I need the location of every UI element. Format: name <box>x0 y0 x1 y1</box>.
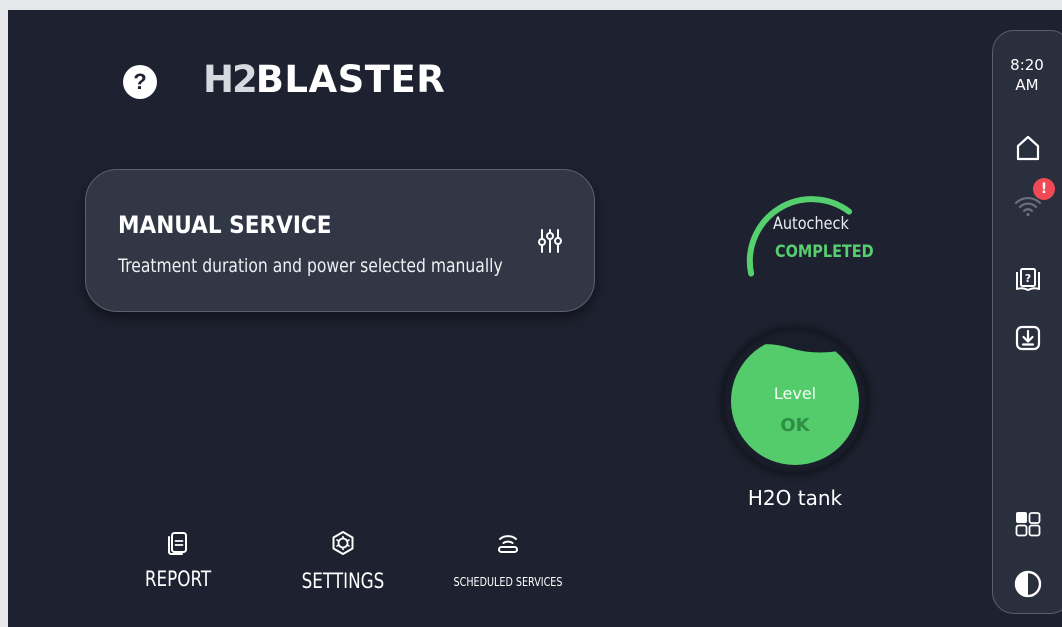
scheduled-services-button[interactable]: SCHEDULED SERVICES <box>428 530 588 589</box>
help-button[interactable]: ? <box>123 65 157 99</box>
report-icon <box>168 532 187 555</box>
wifi-alert-badge: ! <box>1033 178 1055 200</box>
home-icon[interactable] <box>1013 133 1043 163</box>
clock-time: 8:20 <box>1010 56 1044 74</box>
apps-icon[interactable] <box>1013 509 1043 539</box>
tank-level-label: Level <box>773 384 817 403</box>
side-rail: 8:20 AM ! ? <box>992 30 1062 614</box>
tank-name: H2O tank <box>747 486 843 510</box>
sliders-icon <box>538 229 562 253</box>
autocheck-status: COMPLETED <box>775 242 874 262</box>
logo-prefix: H2 <box>203 58 258 101</box>
settings-button[interactable]: SETTINGS <box>288 530 398 593</box>
autocheck-label: Autocheck <box>773 214 849 234</box>
report-button[interactable]: REPORT <box>133 530 223 591</box>
report-label: REPORT <box>144 567 212 591</box>
contrast-icon[interactable] <box>1013 569 1043 599</box>
settings-icon <box>332 531 354 555</box>
service-title: MANUAL SERVICE <box>118 211 332 239</box>
download-icon[interactable] <box>1013 323 1043 353</box>
clock: 8:20 AM <box>993 55 1061 95</box>
scheduled-services-label: SCHEDULED SERVICES <box>453 575 563 589</box>
help-icon: ? <box>133 69 147 94</box>
manual-icon[interactable]: ? <box>1013 265 1043 295</box>
clock-meridiem: AM <box>1015 76 1039 94</box>
scheduled-icon <box>498 535 518 553</box>
logo-suffix: BLASTER <box>255 58 446 101</box>
svg-text:?: ? <box>1025 272 1031 285</box>
tank-level-value: OK <box>780 415 810 436</box>
logo: H2BLASTER <box>203 58 445 101</box>
main-screen: ? H2BLASTER MANUAL SERVICE Treatment dur… <box>8 10 1062 627</box>
settings-label: SETTINGS <box>301 569 385 593</box>
service-description: Treatment duration and power selected ma… <box>118 255 503 277</box>
manual-service-card[interactable]: MANUAL SERVICE Treatment duration and po… <box>85 169 595 312</box>
